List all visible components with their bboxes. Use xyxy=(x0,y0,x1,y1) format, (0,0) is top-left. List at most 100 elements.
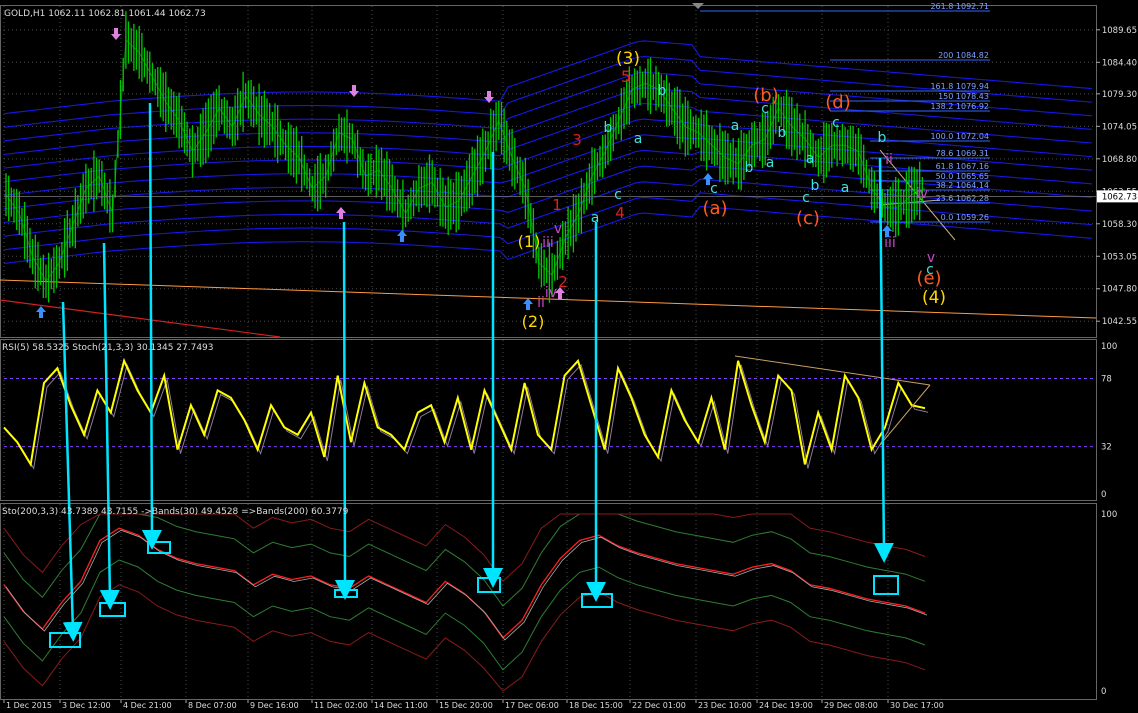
fib-label: 261.8 1092.71 xyxy=(930,2,989,11)
sto-band-line xyxy=(3,513,926,583)
wave-sub-label-c: c xyxy=(832,115,840,131)
time-tick-label: 30 Dec 17:00 xyxy=(890,701,944,709)
highlight-box xyxy=(581,593,613,608)
stoch-line xyxy=(6,363,929,470)
wave-sub-label-b: b xyxy=(745,160,754,176)
rsi-tick-label: 32 xyxy=(1101,443,1112,453)
price-tick-label: 1074.05 xyxy=(1102,122,1137,132)
wave-sub-label-c: c xyxy=(761,101,769,117)
time-tick-label: 11 Dec 02:00 xyxy=(314,701,368,709)
sto-main-line xyxy=(3,527,926,639)
sto-series xyxy=(3,513,928,692)
fib-label: 61.8 1067.16 xyxy=(936,162,989,171)
price-tick-label: 1053.05 xyxy=(1102,252,1137,262)
wave-sub-label-b: b xyxy=(878,130,887,146)
wave-sub-label-a: a xyxy=(766,155,775,171)
fib-label: 161.8 1079.94 xyxy=(930,82,989,91)
time-tick-label: 8 Dec 07:00 xyxy=(188,701,237,709)
time-tick-label: 23 Dec 10:00 xyxy=(698,701,752,709)
wave-label-w2_paren: (2) xyxy=(522,312,545,331)
divergence-arrow xyxy=(99,242,120,610)
wave-sub-label-v: v xyxy=(927,250,935,266)
rsi-tick-label: 78 xyxy=(1101,375,1112,385)
fib-label: 150 1078.43 xyxy=(938,92,989,101)
wave-sub-label-b: b xyxy=(811,178,820,194)
divergence-arrow xyxy=(141,102,162,550)
rsi-tick-label: 100 xyxy=(1101,342,1117,352)
wave-sub-label-v: v xyxy=(554,221,562,237)
fib-label: 50.0 1065.65 xyxy=(936,172,989,181)
time-tick-label: 22 Dec 01:00 xyxy=(632,701,686,709)
wave-sub-label-a: a xyxy=(806,151,815,167)
highlight-box xyxy=(334,589,358,598)
band-line xyxy=(3,118,1093,183)
wave-sub-label-a: a xyxy=(841,180,850,196)
price-axis-background xyxy=(1097,0,1138,709)
wave-label-w4_red: 4 xyxy=(615,204,625,222)
sto-panel xyxy=(0,503,1097,700)
chart-canvas: 261.8 1092.71200 1084.82161.8 1079.94150… xyxy=(0,0,1138,710)
wave-sub-label-b: b xyxy=(778,125,787,141)
price-tick-label: 1042.55 xyxy=(1102,317,1137,327)
wave-label-w3_major: (3) xyxy=(616,49,640,69)
sto-signal-line xyxy=(5,529,928,641)
wave-label-wa: (a) xyxy=(702,198,727,219)
wave-sub-label-iii: iii xyxy=(884,235,896,251)
sto-band-line xyxy=(3,513,926,607)
price-tick-label: 1089.65 xyxy=(1102,26,1137,36)
wave-sub-label-c: c xyxy=(802,190,810,206)
fib-label: 78.6 1069.31 xyxy=(936,149,989,158)
wave-sub-label-a: a xyxy=(731,118,740,134)
sto-tick-label: 100 xyxy=(1101,510,1117,520)
wave-label-wc: (c) xyxy=(796,208,820,229)
rsi-line xyxy=(3,357,926,468)
highlight-box xyxy=(873,575,899,595)
time-tick-label: 29 Dec 08:00 xyxy=(824,701,878,709)
band-line xyxy=(3,55,1093,128)
wave-label-w1_red: 1 xyxy=(552,196,562,214)
rsi-trendline-upper xyxy=(734,355,931,386)
main-header: GOLD,H1 1062.11 1062.81 1061.44 1062.73 xyxy=(4,9,206,19)
time-tick-label: 3 Dec 12:00 xyxy=(62,701,111,709)
rsi-series xyxy=(3,355,931,470)
band-line xyxy=(3,178,1093,237)
rsi-tick-label: 0 xyxy=(1101,490,1106,500)
wave-sub-label-c: c xyxy=(614,187,622,203)
time-tick-label: 14 Dec 11:00 xyxy=(374,701,428,709)
fib-label: 200 1084.82 xyxy=(938,51,989,60)
rsi-panel xyxy=(0,339,1097,501)
fib-label: 100.0 1072.04 xyxy=(930,132,989,141)
wave-sub-label-a: a xyxy=(634,131,643,147)
rsi-header: RSI(5) 58.5325 Stoch(21,3,3) 30.1345 27.… xyxy=(2,343,214,353)
fib-label: 23.6 1062.28 xyxy=(936,194,989,203)
pivot-up-arrow-icon xyxy=(523,298,533,310)
price-tick-label: 1084.40 xyxy=(1102,58,1137,68)
divergence-arrow xyxy=(334,221,355,600)
wave-sub-label-iii: iii xyxy=(542,235,554,251)
sto-tick-label: 0 xyxy=(1101,687,1106,697)
chart-window: 261.8 1092.71 200 1084.82 161.8 1079.94 150… xyxy=(0,0,1138,710)
fib-label: 138.2 1076.92 xyxy=(930,102,989,111)
time-tick-label: 18 Dec 15:00 xyxy=(569,701,623,709)
wave-label-w5: 5 xyxy=(621,67,631,86)
highlight-box xyxy=(477,577,501,593)
wave-sub-label-ii: ii xyxy=(885,152,893,168)
wave-sub-label-ii: ii xyxy=(537,295,545,311)
price-tick-label: 1079.30 xyxy=(1102,90,1137,100)
current-price-label: 1062.73 xyxy=(1102,192,1137,202)
wave-sub-label-b: b xyxy=(658,83,667,99)
time-tick-label: 9 Dec 16:00 xyxy=(250,701,299,709)
fib-label: 0.0 1059.26 xyxy=(941,213,989,222)
wave-label-wd: (d) xyxy=(825,92,850,113)
fib-label: 38.2 1064.14 xyxy=(936,181,989,190)
band-line xyxy=(3,71,1093,142)
pivot-down-arrow-icon xyxy=(349,85,359,97)
wave-label-w1_paren: (1) xyxy=(518,232,541,251)
trendline-red xyxy=(0,299,281,338)
price-tick-label: 1058.30 xyxy=(1102,220,1137,230)
band-line xyxy=(3,87,1093,156)
time-tick-label: 17 Dec 06:00 xyxy=(505,701,559,709)
time-tick-label: 1 Dec 2015 xyxy=(6,701,52,709)
wave-sub-label-b: b xyxy=(604,120,613,136)
pivot-up-arrow-icon xyxy=(336,207,346,219)
